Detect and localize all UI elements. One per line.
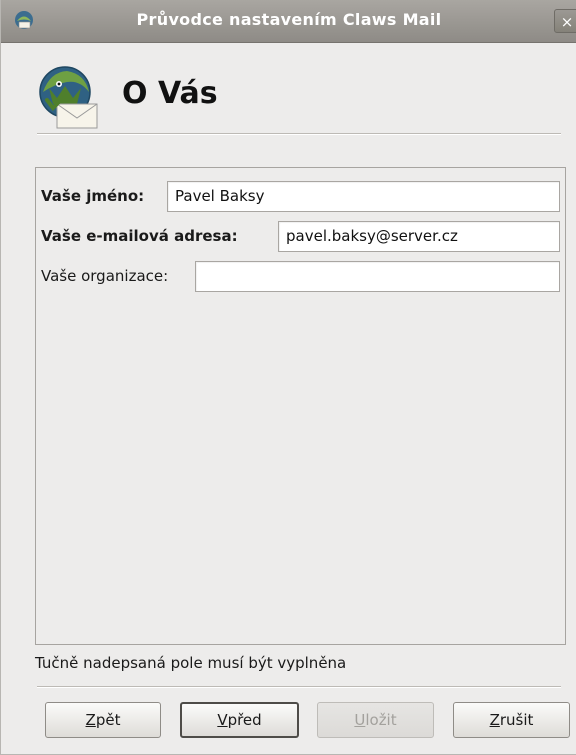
save-button-label: ložit	[365, 711, 397, 729]
cancel-button-label: rušit	[499, 711, 534, 729]
organization-label: Vaše organizace:	[41, 267, 169, 285]
header-separator	[37, 133, 561, 135]
next-button[interactable]: Vpřed	[180, 702, 299, 738]
save-button-mnemonic: U	[354, 711, 366, 729]
close-icon: ×	[560, 13, 574, 31]
required-fields-hint: Tučně nadepsaná pole musí být vyplněna	[35, 654, 347, 672]
setup-wizard-window: Průvodce nastavením Claws Mail × O Vás V…	[0, 0, 576, 755]
close-button[interactable]: ×	[554, 9, 576, 33]
page-title: O Vás	[122, 76, 218, 111]
back-button[interactable]: Zpět	[45, 702, 161, 738]
back-button-label: pět	[95, 711, 121, 729]
next-button-label: před	[227, 711, 262, 729]
claws-mail-logo-icon	[39, 66, 98, 129]
email-label: Vaše e-mailová adresa:	[41, 227, 238, 245]
back-button-mnemonic: Z	[85, 711, 96, 729]
window-title: Průvodce nastavením Claws Mail	[136, 10, 442, 29]
name-field[interactable]: Pavel Baksy	[167, 181, 560, 212]
button-separator	[37, 686, 561, 688]
save-button[interactable]: Uložit	[317, 702, 434, 738]
organization-field[interactable]	[195, 261, 560, 292]
name-label: Vaše jméno:	[41, 187, 145, 205]
email-field[interactable]: pavel.baksy@server.cz	[278, 221, 560, 252]
cancel-button[interactable]: Zrušit	[453, 702, 570, 738]
title-bar[interactable]: Průvodce nastavením Claws Mail ×	[1, 0, 576, 43]
cancel-button-mnemonic: Z	[489, 711, 500, 729]
next-button-mnemonic: V	[217, 711, 228, 729]
